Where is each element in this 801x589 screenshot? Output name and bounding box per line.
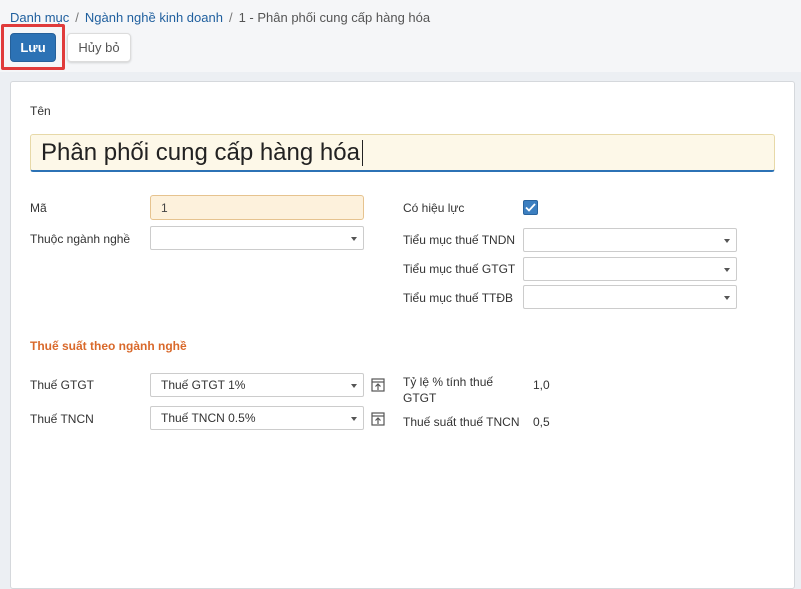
top-bar: Danh mục / Ngành nghề kinh doanh / 1 - P… bbox=[0, 0, 801, 72]
tndn-label: Tiểu mục thuế TNDN bbox=[403, 233, 516, 247]
chevron-down-icon bbox=[351, 237, 357, 241]
breadcrumb-nganh-nghe[interactable]: Ngành nghề kinh doanh bbox=[85, 10, 223, 25]
code-label: Mã bbox=[30, 201, 47, 215]
text-caret bbox=[361, 139, 363, 166]
breadcrumb-current: 1 - Phân phối cung cấp hàng hóa bbox=[238, 10, 431, 25]
open-list-icon bbox=[371, 412, 385, 426]
name-label: Tên bbox=[30, 104, 51, 118]
chevron-down-icon bbox=[724, 296, 730, 300]
breadcrumb-danh-muc[interactable]: Danh mục bbox=[10, 10, 69, 25]
pit-select-value: Thuế TNCN 0.5% bbox=[161, 411, 256, 425]
pit-open-icon[interactable] bbox=[371, 412, 385, 426]
pit-rate-label: Thuế suất thuế TNCN bbox=[403, 415, 520, 429]
tax-section-title: Thuế suất theo ngành nghề bbox=[30, 339, 187, 353]
open-list-icon bbox=[371, 378, 385, 392]
ttdb-label: Tiểu mục thuế TTĐB bbox=[403, 291, 514, 305]
breadcrumb-separator: / bbox=[228, 10, 233, 25]
pit-label: Thuế TNCN bbox=[30, 412, 94, 426]
pit-rate-value: 0,5 bbox=[533, 415, 550, 429]
vat-label: Thuế GTGT bbox=[30, 378, 95, 392]
vat-select-value: Thuế GTGT 1% bbox=[161, 378, 246, 392]
active-label: Có hiệu lực bbox=[403, 201, 465, 215]
name-input-value: Phân phối cung cấp hàng hóa bbox=[41, 138, 360, 166]
cancel-button[interactable]: Hủy bỏ bbox=[67, 33, 131, 62]
breadcrumb-separator: / bbox=[75, 10, 79, 25]
vat-open-icon[interactable] bbox=[371, 378, 385, 392]
gtgt-sub-select[interactable] bbox=[523, 257, 737, 281]
checkmark-icon bbox=[525, 203, 536, 212]
chevron-down-icon bbox=[351, 384, 357, 388]
save-button[interactable]: Lưu bbox=[10, 33, 56, 62]
vat-select[interactable]: Thuế GTGT 1% bbox=[150, 373, 364, 397]
name-input[interactable]: Phân phối cung cấp hàng hóa bbox=[30, 134, 775, 172]
parent-label: Thuộc ngành nghề bbox=[30, 232, 131, 246]
parent-select[interactable] bbox=[150, 226, 364, 250]
pit-select[interactable]: Thuế TNCN 0.5% bbox=[150, 406, 364, 430]
chevron-down-icon bbox=[724, 239, 730, 243]
gtgt-sub-label: Tiểu mục thuế GTGT bbox=[403, 262, 516, 276]
active-checkbox[interactable] bbox=[523, 200, 538, 215]
ttdb-select[interactable] bbox=[523, 285, 737, 309]
vat-rate-value: 1,0 bbox=[533, 378, 550, 392]
chevron-down-icon bbox=[351, 417, 357, 421]
tndn-select[interactable] bbox=[523, 228, 737, 252]
vat-rate-label: Tỷ lệ % tính thuế GTGT bbox=[403, 375, 494, 405]
breadcrumb: Danh mục / Ngành nghề kinh doanh / 1 - P… bbox=[10, 10, 430, 25]
chevron-down-icon bbox=[724, 268, 730, 272]
code-input[interactable]: 1 bbox=[150, 195, 364, 220]
